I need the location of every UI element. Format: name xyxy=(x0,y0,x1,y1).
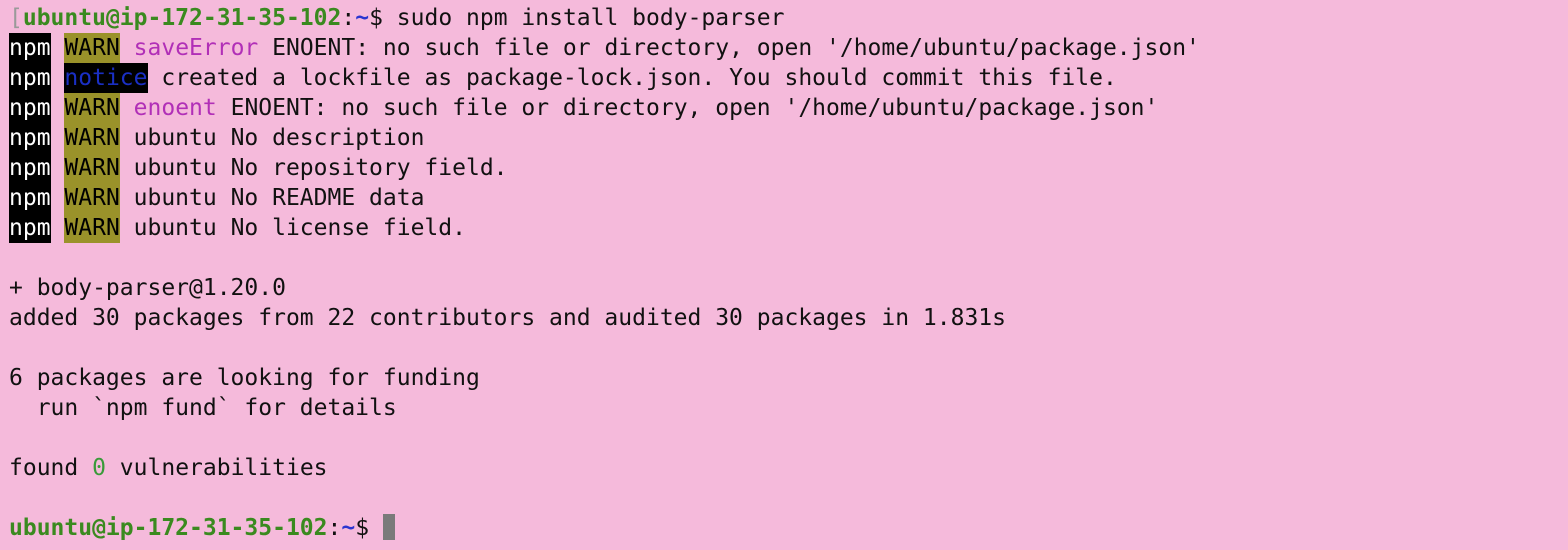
text-cursor[interactable] xyxy=(382,514,395,540)
npm-tag: npm xyxy=(9,123,51,153)
npm-line: npm WARN ubuntu No license field. xyxy=(9,213,1568,243)
npm-message: ENOENT: no such file or directory, open … xyxy=(258,35,1200,61)
prompt-separator: : xyxy=(327,515,342,541)
added-packages-line: added 30 packages from 22 contributors a… xyxy=(9,305,1006,331)
prompt-symbol: $ xyxy=(369,5,397,31)
npm-message: ubuntu No README data xyxy=(119,185,425,211)
vulnerabilities-suffix: vulnerabilities xyxy=(105,455,328,481)
npm-line: npm notice created a lockfile as package… xyxy=(9,63,1568,93)
npm-message: ENOENT: no such file or directory, open … xyxy=(216,95,1159,121)
warn-tag: WARN xyxy=(64,123,120,153)
npm-message: ubuntu No repository field. xyxy=(119,155,508,181)
funding-line: 6 packages are looking for funding xyxy=(9,365,480,391)
npm-message: created a lockfile as package-lock.json.… xyxy=(147,65,1117,91)
npm-tag: npm xyxy=(9,93,51,123)
npm-tag: npm xyxy=(9,153,51,183)
warn-tag: WARN xyxy=(64,213,120,243)
warn-tag: WARN xyxy=(64,93,120,123)
npm-tag: npm xyxy=(9,63,51,93)
prompt-bracket: [ xyxy=(9,5,23,31)
npm-line: npm WARN ubuntu No README data xyxy=(9,183,1568,213)
warn-kind: saveError xyxy=(133,35,259,61)
npm-line: npm WARN saveError ENOENT: no such file … xyxy=(9,33,1568,63)
npm-line: npm WARN ubuntu No repository field. xyxy=(9,153,1568,183)
warn-tag: WARN xyxy=(64,183,120,213)
npm-line: npm WARN ubuntu No description xyxy=(9,123,1568,153)
vulnerabilities-line: found 0 vulnerabilities xyxy=(9,453,1568,483)
prompt-path: ~ xyxy=(355,5,370,31)
command-text: sudo npm install body-parser xyxy=(396,5,785,31)
npm-tag: npm xyxy=(9,33,51,63)
warn-tag: WARN xyxy=(64,153,120,183)
npm-line: npm WARN enoent ENOENT: no such file or … xyxy=(9,93,1568,123)
prompt-symbol: $ xyxy=(355,515,383,541)
funding-hint-line: run `npm fund` for details xyxy=(9,395,397,421)
prompt-user-host: ubuntu@ip-172-31-35-102 xyxy=(9,515,328,541)
npm-message: ubuntu No description xyxy=(119,125,425,151)
warn-tag: WARN xyxy=(64,33,120,63)
npm-tag: npm xyxy=(9,213,51,243)
prompt-user-host: ubuntu@ip-172-31-35-102 xyxy=(22,5,342,31)
npm-message: ubuntu No license field. xyxy=(119,215,466,241)
npm-tag: npm xyxy=(9,183,51,213)
vulnerabilities-count: 0 xyxy=(92,455,106,481)
terminal-window[interactable]: [ubuntu@ip-172-31-35-102:~$ sudo npm ins… xyxy=(0,0,1568,550)
installed-package-line: + body-parser@1.20.0 xyxy=(9,275,286,301)
notice-tag: notice xyxy=(64,63,148,93)
prompt-separator: : xyxy=(341,5,356,31)
vulnerabilities-prefix: found xyxy=(9,455,93,481)
active-prompt-line[interactable]: ubuntu@ip-172-31-35-102:~$ xyxy=(9,513,1568,543)
command-line: [ubuntu@ip-172-31-35-102:~$ sudo npm ins… xyxy=(9,3,1568,33)
prompt-path: ~ xyxy=(341,515,356,541)
warn-kind: enoent xyxy=(133,95,217,121)
